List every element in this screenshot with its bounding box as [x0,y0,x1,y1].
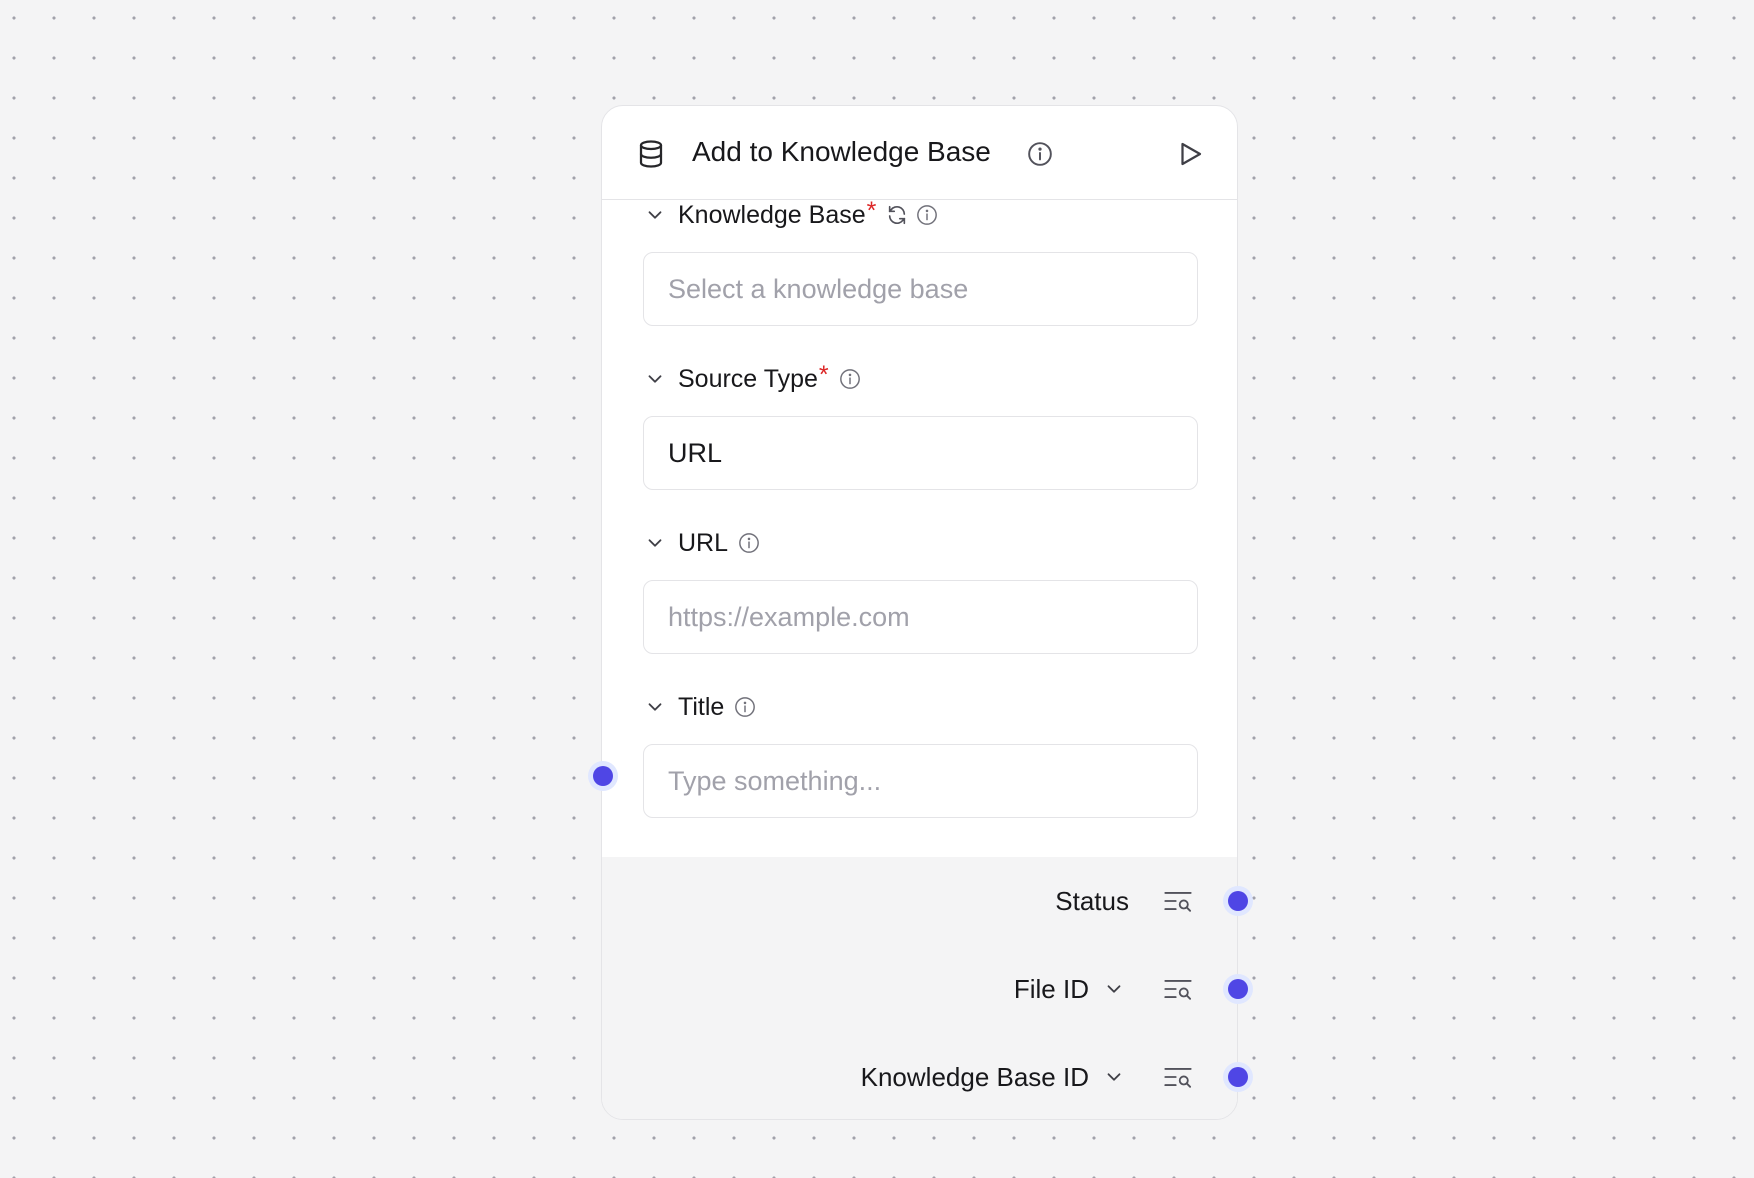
inspect-output-icon[interactable] [1163,975,1193,1003]
outputs-section: Status File ID Knowledge Base ID [602,857,1237,1119]
info-icon[interactable] [738,532,760,554]
knowledge-base-select[interactable]: Select a knowledge base [643,252,1198,326]
info-icon[interactable] [734,696,756,718]
field-label: Title [678,692,725,721]
inspect-output-icon[interactable] [1163,1063,1193,1091]
output-label-wrap: Status [1055,857,1129,945]
output-handle-knowledge-base-id[interactable] [1228,1067,1248,1087]
chevron-down-icon[interactable] [644,532,666,554]
chevron-down-icon[interactable] [644,368,666,390]
field-label-row[interactable]: Title [644,691,756,723]
required-mark: * [818,360,829,389]
output-handle-status[interactable] [1228,891,1248,911]
info-icon[interactable] [1027,141,1053,167]
output-label-wrap[interactable]: Knowledge Base ID [860,1033,1125,1119]
field-label-row[interactable]: Knowledge Base * [644,196,938,231]
input-handle[interactable] [593,766,613,786]
field-label: Knowledge Base [678,200,866,229]
field-label-row[interactable]: URL [644,527,760,559]
output-handle-file-id[interactable] [1228,979,1248,999]
info-icon[interactable] [839,368,861,390]
chevron-down-icon[interactable] [644,204,666,226]
inspect-output-icon[interactable] [1163,887,1193,915]
required-mark: * [866,196,877,225]
source-type-select[interactable]: URL [643,416,1198,490]
output-row-knowledge-base-id: Knowledge Base ID [602,1033,1237,1119]
knowledge-base-node[interactable]: Add to Knowledge Base Knowledge Base * S… [601,105,1238,1120]
url-input[interactable]: https://example.com [643,580,1198,654]
field-label-row[interactable]: Source Type * [644,360,861,395]
output-label: Status [1055,885,1129,916]
title-input[interactable]: Type something... [643,744,1198,818]
database-icon [639,140,663,168]
output-row-file-id: File ID [602,945,1237,1033]
field-label: Source Type [678,364,818,393]
chevron-down-icon[interactable] [644,696,666,718]
play-icon[interactable] [1175,139,1205,169]
field-label: URL [678,528,729,557]
output-label: Knowledge Base ID [860,1061,1089,1092]
node-title: Add to Knowledge Base [692,136,991,167]
output-row-status: Status [602,857,1237,945]
info-icon[interactable] [916,204,938,226]
output-label-wrap[interactable]: File ID [1014,945,1125,1033]
output-label: File ID [1013,973,1089,1004]
node-header: Add to Knowledge Base [602,106,1237,200]
chevron-down-icon[interactable] [1103,978,1125,1000]
refresh-icon[interactable] [886,204,908,226]
chevron-down-icon[interactable] [1103,1066,1125,1088]
